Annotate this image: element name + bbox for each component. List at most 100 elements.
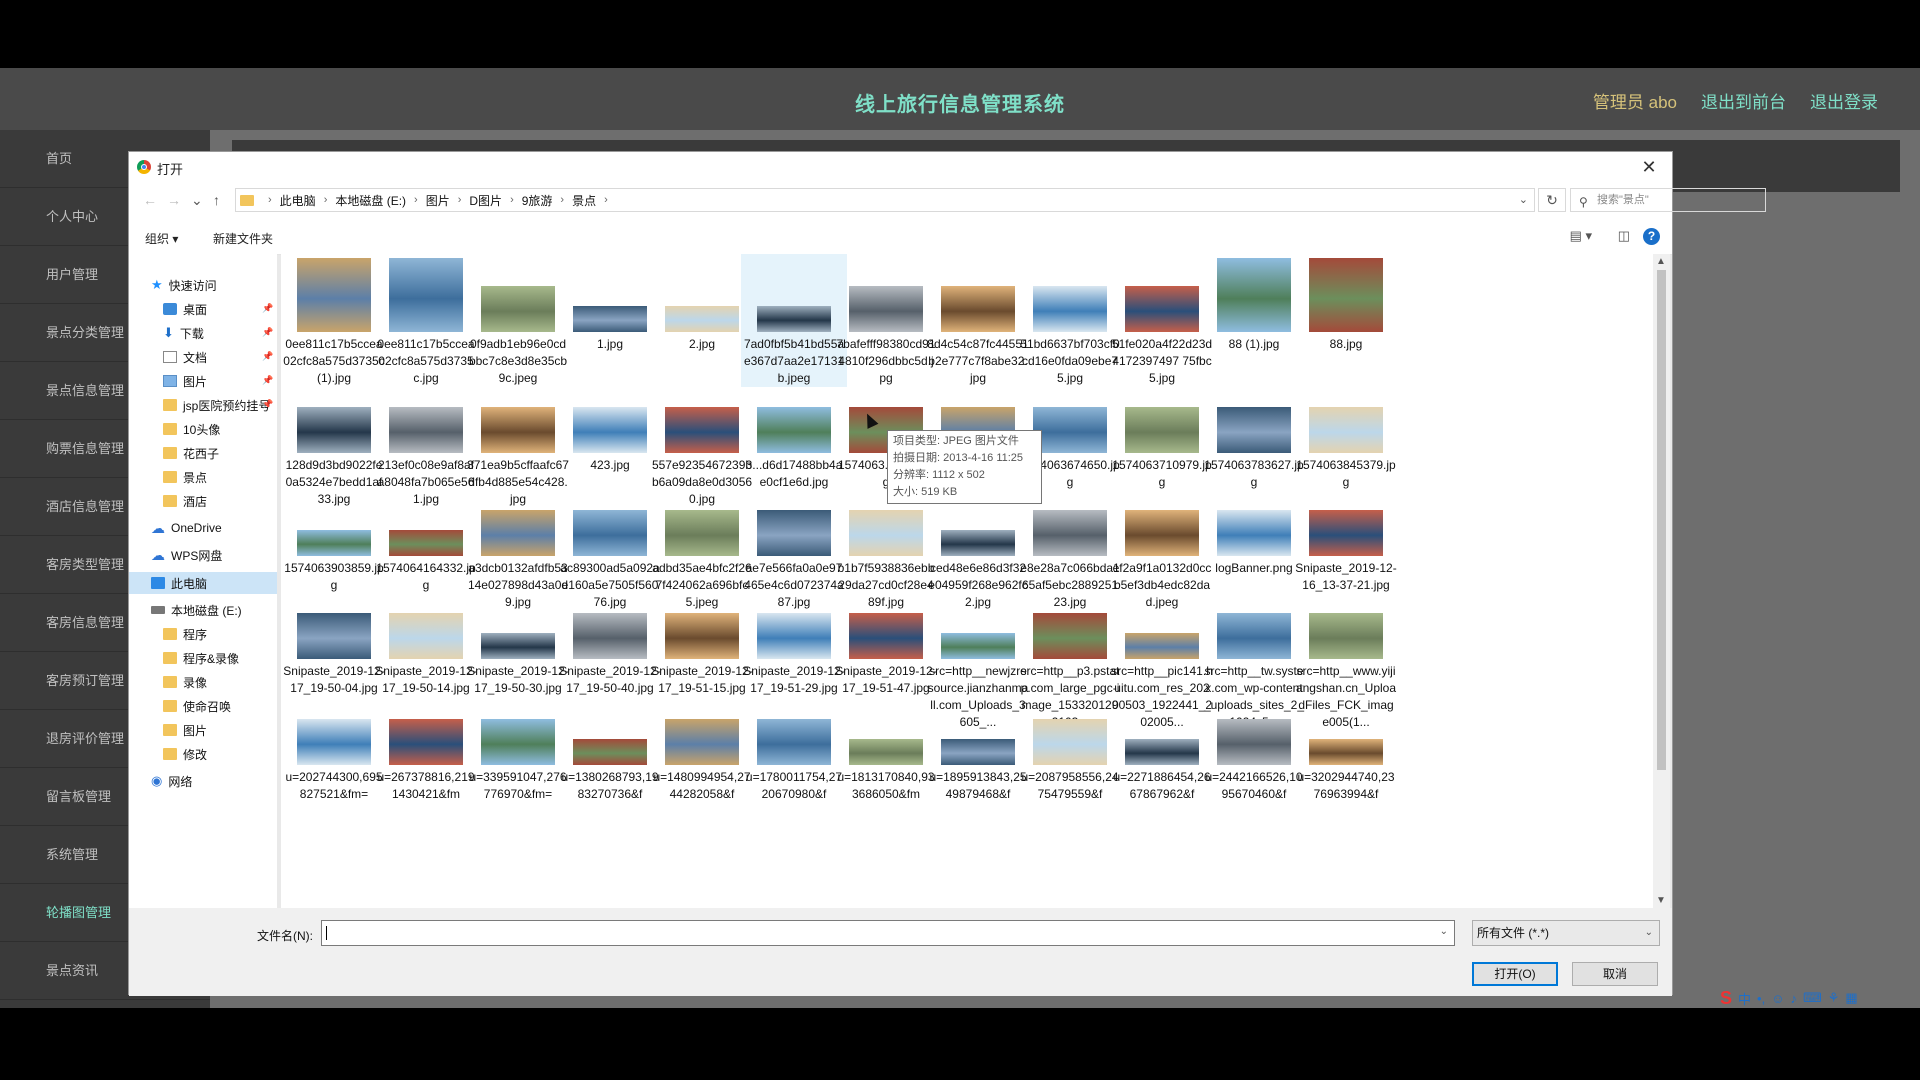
dialog-titlebar[interactable]: 打开 ✕ [129,152,1672,182]
file-item[interactable]: 51fe020a4f22d23d4172397497 75fbc5.jpg [1109,254,1215,387]
file-item[interactable]: u=2442166526,1095670460&f [1201,699,1307,803]
forward-arrow-icon[interactable]: → [167,192,181,208]
breadcrumb-pictures[interactable]: 图片 [426,192,450,209]
nav-item[interactable]: 本地磁盘 (E:) [151,599,242,621]
file-item[interactable]: 7ad0fbf5b41bd55ae367d7aa2e17131b.jpeg [741,254,847,387]
file-item[interactable]: 0f9adb1eb96e0cdbbc7c8e3d8e35cb9c.jpeg [465,254,571,387]
chevron-right-icon[interactable]: › [458,194,462,206]
file-item[interactable]: u=1380268793,1983270736&f [557,699,663,803]
file-item[interactable]: 1574063710979.jpg [1109,387,1215,491]
filename-input[interactable]: ⌄ [321,920,1455,946]
file-item[interactable]: 0ee811c17b5ccea02cfc8a575d3735c (1).jpg [281,254,387,387]
sogou-ime-icon[interactable]: S [1720,988,1732,1009]
chevron-right-icon[interactable]: › [604,194,608,206]
file-item[interactable]: 3...d6d17488bb4ae0cf1e6d.jpg [741,387,847,491]
file-item[interactable]: 423.jpg [557,387,663,474]
chevron-right-icon[interactable]: › [324,194,328,206]
file-item[interactable]: Snipaste_2019-12-17_19-50-04.jpg [281,593,387,697]
close-button[interactable]: ✕ [1636,155,1662,179]
preview-pane-icon[interactable]: ◫ [1618,228,1630,244]
file-item[interactable]: u=339591047,276776970&fm= [465,699,571,803]
file-item[interactable]: Snipaste_2019-12-17_19-50-40.jpg [557,593,663,697]
nav-item[interactable]: 录像 [163,671,207,693]
chevron-down-icon[interactable]: ⌄ [1645,921,1653,945]
file-item[interactable]: u=1480994954,2744282058&f [649,699,755,803]
back-arrow-icon[interactable]: ← [143,192,157,208]
file-item[interactable]: 88 (1).jpg [1201,254,1307,353]
scroll-down-icon[interactable]: ▼ [1656,895,1666,906]
breadcrumb-drive-e[interactable]: 本地磁盘 (E:) [335,192,406,209]
toolbox-icon[interactable]: ▦ [1845,990,1857,1006]
file-item[interactable]: 2.jpg [649,254,755,353]
scroll-up-icon[interactable]: ▲ [1656,256,1666,267]
emoji-icon[interactable]: ☺ [1771,991,1784,1006]
cancel-button[interactable]: 取消 [1572,962,1658,986]
help-icon[interactable]: ? [1643,228,1660,245]
organize-button[interactable]: 组织 ▾ [145,230,178,247]
file-item[interactable]: u=267378816,2191430421&fm [373,699,479,803]
vertical-scrollbar[interactable]: ▲ ▼ [1653,254,1670,908]
nav-item[interactable]: 景点 [163,466,207,488]
file-item[interactable]: 7bafefff98380cd914810f296dbbc5d.jpg [833,254,939,387]
microphone-icon[interactable]: ♪ [1790,991,1797,1006]
nav-item[interactable]: jsp医院预约挂号 [163,394,270,416]
file-item[interactable]: Snipaste_2019-12-17_19-51-47.jpg [833,593,939,697]
file-item[interactable]: 1574063845379.jpg [1293,387,1399,491]
file-item[interactable]: u=3202944740,2376963994&f [1293,699,1399,803]
language-icon[interactable]: 中 [1738,989,1751,1008]
file-item[interactable]: Snipaste_2019-12-17_19-50-14.jpg [373,593,479,697]
skin-icon[interactable]: ⚘ [1828,990,1840,1006]
file-item[interactable]: 1574064164332.jpg [373,490,479,594]
chevron-right-icon[interactable]: › [510,194,514,206]
chevron-down-icon[interactable]: ⌄ [1440,926,1448,937]
nav-item[interactable]: 程序&录像 [163,647,239,669]
open-button[interactable]: 打开(O) [1472,962,1558,986]
chevron-right-icon[interactable]: › [560,194,564,206]
nav-item[interactable]: 程序 [163,623,207,645]
nav-item[interactable]: ⬇ 下载 [163,322,204,344]
file-item[interactable]: 8d4c54c87fc44551b2e777c7f8abe32.jpg [925,254,1031,387]
admin-label[interactable]: 管理员 abo [1593,88,1677,113]
file-item[interactable]: Snipaste_2019-12-16_13-37-21.jpg [1293,490,1399,594]
file-item[interactable]: 51bd6637bf703cf0cd16e0fda09ebe75.jpg [1017,254,1123,387]
up-arrow-icon[interactable]: ↑ [213,192,220,208]
scrollbar-thumb[interactable] [1657,270,1666,770]
file-item[interactable]: Snipaste_2019-12-17_19-51-29.jpg [741,593,847,697]
nav-item[interactable]: 10头像 [163,418,220,440]
nav-item[interactable]: 花西子 [163,442,219,464]
nav-item[interactable]: ☁ OneDrive [151,517,222,539]
address-bar[interactable]: › 此电脑 › 本地磁盘 (E:) › 图片 › D图片 › 9旅游 › 景点 … [235,188,1535,212]
punctuation-icon[interactable]: •, [1757,991,1765,1006]
nav-item[interactable]: ☁ WPS网盘 [151,544,222,566]
nav-item[interactable]: ★ 快速访问 [151,274,217,296]
breadcrumb-travel[interactable]: 9旅游 [522,192,553,209]
refresh-icon[interactable]: ↻ [1538,188,1566,212]
view-options-icon[interactable]: ▤ ▾ [1570,228,1592,244]
file-item[interactable]: u=1895913843,2549879468&f [925,699,1031,803]
nav-item[interactable]: 酒店 [163,490,207,512]
nav-item[interactable]: 图片 [163,719,207,741]
ime-toolbar[interactable]: S 中 •, ☺ ♪ ⌨ ⚘ ▦ [1720,988,1858,1008]
file-item[interactable]: 0ee811c17b5ccea02cfc8a575d3735c.jpg [373,254,479,387]
file-item[interactable]: u=1813170840,933686050&fm [833,699,939,803]
back-to-front-link[interactable]: 退出到前台 [1701,88,1786,113]
file-item[interactable]: u=202744300,695827521&fm= [281,699,387,803]
nav-item[interactable]: ◉ 网络 [151,770,192,792]
address-dropdown-icon[interactable]: ⌄ [1519,193,1528,206]
nav-item[interactable]: 桌面 [163,298,207,320]
search-input[interactable]: ⚲ 搜索"景点" [1570,188,1766,212]
file-item[interactable]: 1574063903859.jpg [281,490,387,594]
file-item[interactable]: u=2087958556,2475479559&f [1017,699,1123,803]
file-item[interactable]: 88.jpg [1293,254,1399,353]
new-folder-button[interactable]: 新建文件夹 [213,230,273,247]
file-type-select[interactable]: 所有文件 (*.*) ⌄ [1472,920,1660,946]
nav-item[interactable]: 修改 [163,743,207,765]
nav-item[interactable]: 图片 [163,370,207,392]
file-item[interactable]: 1.jpg [557,254,663,353]
breadcrumb-this-pc[interactable]: 此电脑 [280,192,316,209]
nav-item[interactable]: 文档 [163,346,207,368]
logout-link[interactable]: 退出登录 [1810,88,1878,113]
file-item[interactable]: logBanner.png [1201,490,1307,577]
file-item[interactable]: u=2271886454,2667867962&f [1109,699,1215,803]
nav-item[interactable]: 使命召唤 [163,695,231,717]
